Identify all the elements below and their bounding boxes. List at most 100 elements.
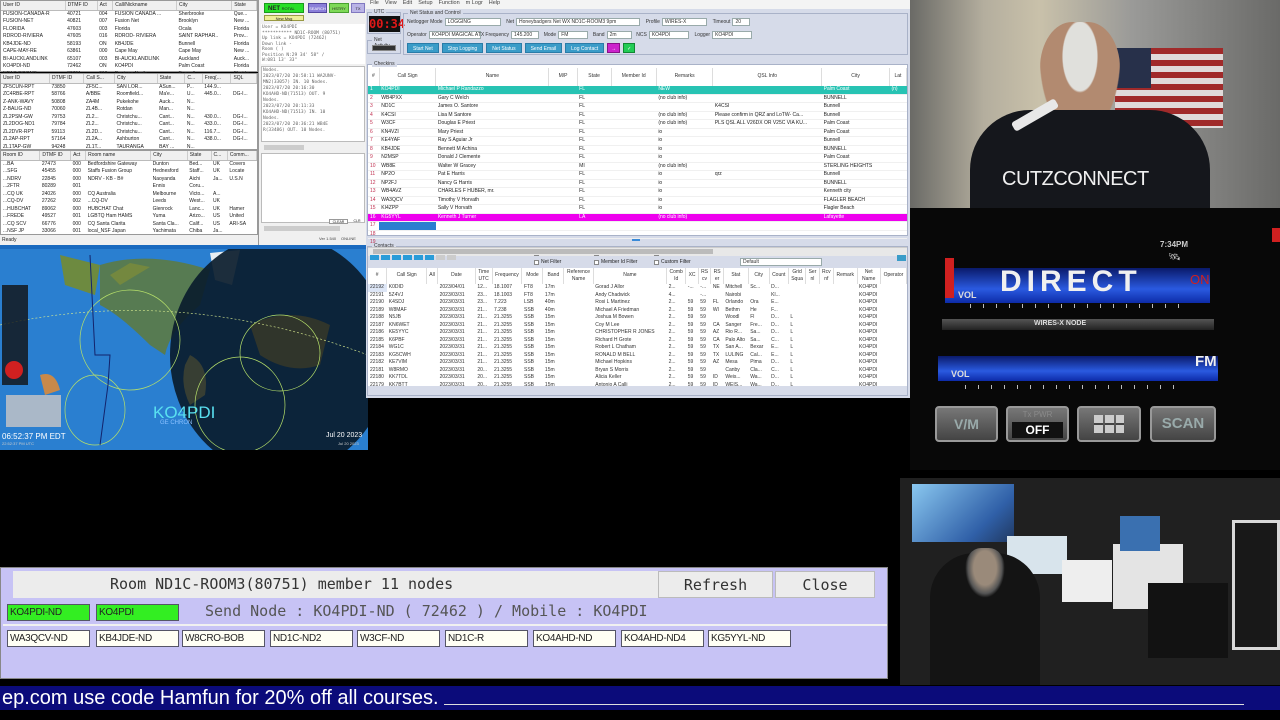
contact-column-header[interactable]: Call Sign <box>386 268 428 284</box>
contact-column-header[interactable]: # <box>368 268 388 284</box>
toolbar-button-send-email[interactable]: Send Email <box>524 43 563 53</box>
table-row[interactable]: ...CQ UK 24026 000 CQ Australia Melbourne Vic… <box>1 191 257 199</box>
contact-column-header[interactable]: Name <box>593 268 668 284</box>
contact-row[interactable]: 22180 KK7TDL 2023/03/31 20... 21.3255 SSB 15m A… <box>368 374 907 382</box>
checkin-row[interactable]: 11 NP2O Pat E Harris FL io qrz Bunnell <box>368 170 907 180</box>
checkin-row[interactable]: 18 <box>368 230 907 239</box>
table-row[interactable]: Z-ANK-WAVY 50808 ZA4M Pukekohe Auck... N... <box>1 99 257 107</box>
checkin-row[interactable]: 4 K4CSI Lisa M Santore FL (no club info) Plea… <box>368 111 907 120</box>
clear-field[interactable]: CLEAR <box>329 219 348 224</box>
checkin-row[interactable]: 5 W3CF Douglas E Priest FL (no club info) PLS… <box>368 119 907 129</box>
checkin-row[interactable]: 1 KO4PDI Michael P Randazzo FL NEW Palm Coast… <box>368 86 907 95</box>
filter-member-id-filter[interactable]: Member Id Filter <box>594 259 654 265</box>
contact-column-header[interactable]: City <box>748 268 770 284</box>
contact-row[interactable]: 22190 K4SDJ 2023/03/31 23... 7.223 LSB 40m Rosi… <box>368 299 907 307</box>
band-select[interactable]: 2m <box>606 31 632 39</box>
table-row[interactable]: RDROD-RIVIERA 47605 016 RDROD- RIVIERA SAINT… <box>1 33 257 41</box>
net-select[interactable]: Honeybadgers Net WX ND1C-ROOM3 9pm <box>516 18 641 26</box>
contact-row[interactable]: 22185 K6PBF 2023/03/31 21... 21.3255 SSB 15m Ri… <box>368 337 907 345</box>
filter-net-filter[interactable]: Net Filter <box>534 259 594 265</box>
operator-field[interactable]: KO4PDI MAGICAL ATX <box>428 31 484 39</box>
contact-column-header[interactable]: Band <box>542 268 565 284</box>
frequency-field[interactable]: 145.200 <box>511 31 540 39</box>
tx-button[interactable]: TX <box>351 3 365 13</box>
menu-item-setup[interactable]: Setup <box>418 0 432 9</box>
checkin-column-header[interactable]: State <box>577 68 612 86</box>
clear-button[interactable]: CLR <box>350 219 364 224</box>
checkin-column-header[interactable]: Call Sign <box>379 68 437 86</box>
column-header[interactable]: C... <box>211 151 228 161</box>
contact-row[interactable]: 22187 KN6WET 2023/03/31 21... 21.3255 SSB 15m C… <box>368 322 907 330</box>
table-row[interactable]: ...SFG 45455 000 Staffs Fusion Group Hednesf… <box>1 168 257 176</box>
checkin-row[interactable]: 6 KN4VZI Mary Priest FL io Palm Coast <box>368 128 907 137</box>
column-header[interactable]: C... <box>184 74 203 84</box>
table-row[interactable]: FUSION-NET 40821 007 Fusion Net Brooklyn New … <box>1 18 257 26</box>
checkin-row[interactable]: 17 <box>368 221 907 231</box>
table-row[interactable]: KO4PDI-ND 72462 ON KO4PDI Palm Coast Florida <box>1 63 257 71</box>
check-icon[interactable]: ✓ <box>623 43 636 53</box>
table-row[interactable]: ...FREDE 49527 001 LGBTQ Ham HAMS Yuma Arizo.… <box>1 213 257 221</box>
contact-row[interactable]: 22182 KE7VIM 2023/03/31 21... 21.3255 SSB 15m M… <box>368 359 907 367</box>
grid-menu-button[interactable] <box>1077 406 1141 442</box>
column-header[interactable]: Room name <box>85 151 152 161</box>
contacts-scrollbar[interactable] <box>368 247 907 255</box>
menu-item-m-logr[interactable]: m Logr <box>466 0 483 9</box>
member-node-button[interactable]: KG5YYL-ND <box>708 630 791 647</box>
contact-column-header[interactable]: Grid Squa <box>788 268 807 284</box>
own-node-button[interactable]: KO4PDI-ND <box>7 604 90 621</box>
table-row[interactable]: BI-AUCKLANDLINK 65107 003 BI-AUCKLANDLINK Au… <box>1 56 257 64</box>
checkin-column-header[interactable]: Lat <box>889 68 908 86</box>
contact-column-header[interactable]: XC <box>685 268 699 284</box>
table-row[interactable]: ...HUBCHAT 89062 000 HUBCHAT Chat Glenrock La… <box>1 206 257 214</box>
menu-item-function[interactable]: Function <box>439 0 460 9</box>
checkin-column-header[interactable]: Name <box>435 68 550 86</box>
checkin-row[interactable]: 2 WB4PXX Gary C Welch FL (no club info) BUNNE… <box>368 94 907 103</box>
contact-row[interactable]: 22189 W8MAF 2023/03/31 21... 7.238 SSB 40m Mich… <box>368 307 907 315</box>
table-row[interactable]: Z-BALIG-ND 70060 ZL4B... Rotdan Man... N... <box>1 106 257 114</box>
contact-column-header[interactable]: Comb Id <box>666 268 687 284</box>
column-header[interactable]: Act <box>70 151 87 161</box>
contact-row[interactable]: 22179 KK7BTT 2023/03/31 20... 21.3255 SSB 15m A… <box>368 382 907 387</box>
column-header[interactable]: DTMF ID <box>65 1 98 11</box>
ncs-field[interactable]: KO4PDI <box>648 31 689 39</box>
contact-column-header[interactable]: Net Name <box>857 268 881 284</box>
checkin-row[interactable]: 14 WA3QCV Timothy V Horvath FL io FLAGLER BEA… <box>368 196 907 205</box>
checkin-row[interactable]: 12 NP2FJ Nancy G Harris FL io BUNNELL <box>368 179 907 188</box>
table-row[interactable]: ...CQ-DV 27262 002 ...CQ-DV Leeds West... UK <box>1 198 257 206</box>
table-row[interactable]: ...CQ SCV 66776 000 CQ Santa Clarita Santa C… <box>1 221 257 229</box>
toolbar-button-net-status[interactable]: Net Status <box>486 43 522 53</box>
side-scrollbar[interactable] <box>264 226 340 231</box>
column-header[interactable]: Act <box>97 1 114 11</box>
menu-item-edit[interactable]: Edit <box>403 0 412 9</box>
member-node-button[interactable]: KB4JDE-ND <box>96 630 179 647</box>
contact-row[interactable]: 22191 5Z4VJ 2023/03/31 23... 18.1003 FT8 17m An… <box>368 292 907 300</box>
contact-column-header[interactable]: Remark <box>833 268 858 284</box>
splitter-handle[interactable] <box>632 239 640 241</box>
checkin-column-header[interactable]: # <box>368 68 380 86</box>
netlogger-mode-field[interactable]: LOGGING <box>444 18 501 26</box>
contact-column-header[interactable]: Operator <box>880 268 907 284</box>
timeout-field[interactable]: 20 <box>732 18 751 26</box>
table-row[interactable]: CAPE-MAY-RE 63861 000 Cape May Cape May New .… <box>1 48 257 56</box>
checkin-column-header[interactable]: Member Id <box>611 68 657 86</box>
column-header[interactable]: Comm... <box>227 151 258 161</box>
contact-column-header[interactable]: RS er <box>710 268 724 284</box>
checkin-row[interactable]: 13 WB4AVZ CHARLES F HUBER, mr. FL io Kenneth … <box>368 187 907 197</box>
table-row[interactable]: ZL2AP-RPT 57164 ZL2A... Ashburton Cant... N..… <box>1 136 257 144</box>
column-header[interactable]: Call S... <box>83 74 115 84</box>
member-node-button[interactable]: KO4AHD-ND <box>533 630 616 647</box>
member-node-button[interactable]: ND1C-ND2 <box>270 630 353 647</box>
profile-field[interactable]: WIRES-X <box>661 18 707 26</box>
mode-select[interactable]: FM <box>558 31 589 39</box>
column-header[interactable]: State <box>231 1 257 11</box>
vm-button[interactable]: V/M <box>935 406 998 442</box>
table-row[interactable]: ZL2DVR-RPT 59113 ZL2D... Christchu... Cant..… <box>1 129 257 137</box>
checkin-row[interactable]: 9 N2MSP Donald J Clemente FL io Palm Coast <box>368 153 907 163</box>
contact-column-header[interactable]: Frequency <box>492 268 523 284</box>
contact-column-header[interactable]: Ser nl <box>805 268 820 284</box>
contact-row[interactable]: 22186 KE5YYC 2023/03/31 21... 21.3255 SSB 15m C… <box>368 329 907 337</box>
net-button[interactable]: NET ROTAL <box>264 3 304 13</box>
table-row[interactable]: ZL2PSM-GW 79753 ZL2... Christchu... Cant... N… <box>1 114 257 122</box>
member-node-button[interactable]: WA3QCV-ND <box>7 630 90 647</box>
checkbox[interactable] <box>654 259 659 265</box>
